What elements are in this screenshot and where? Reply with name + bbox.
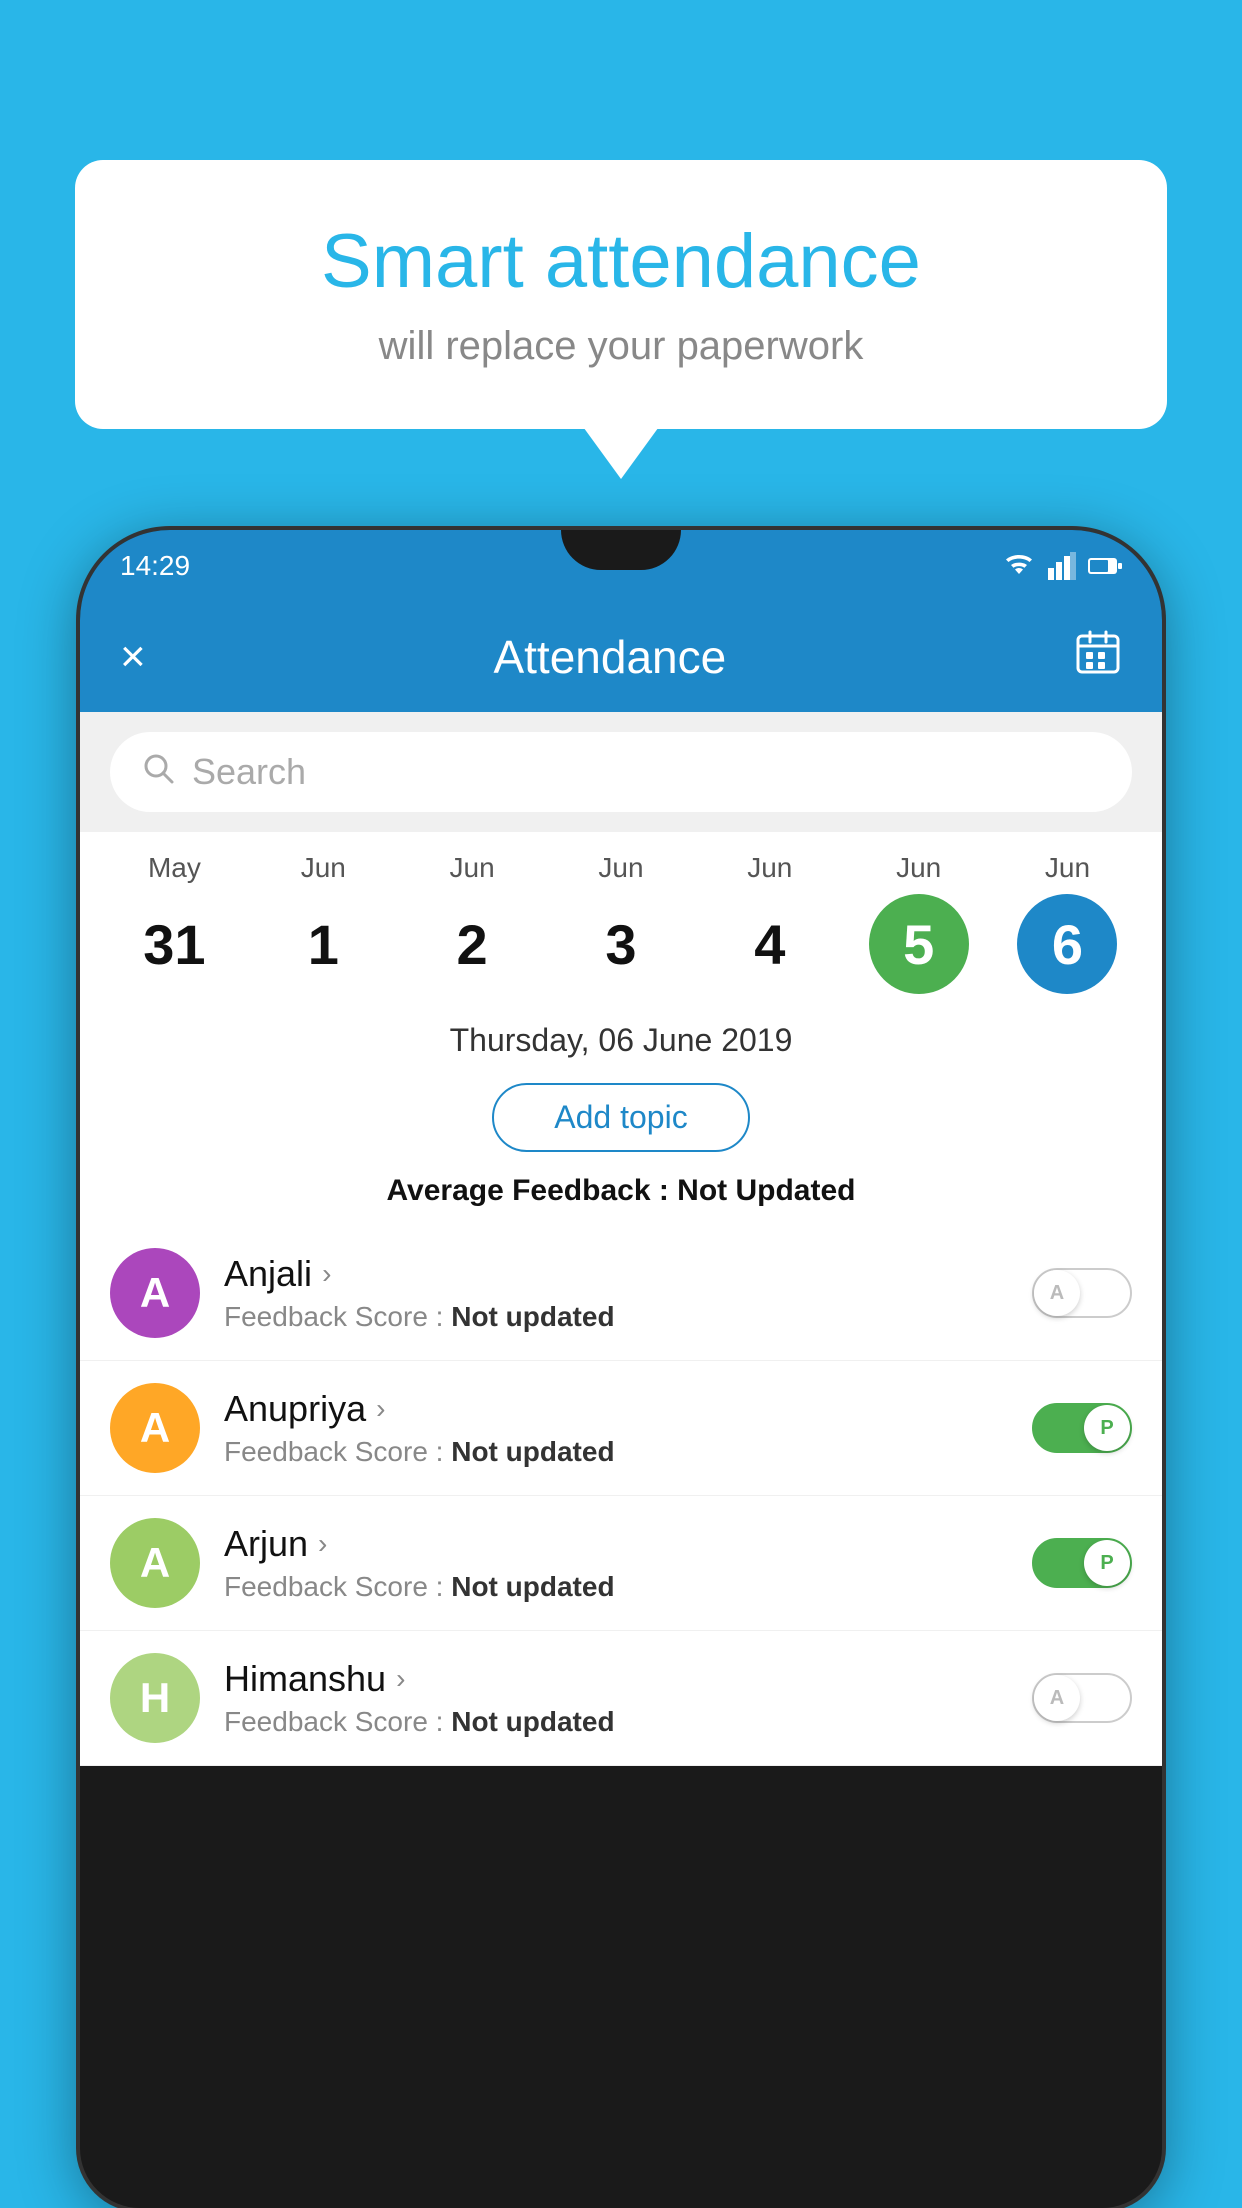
attendance-toggle[interactable]: A xyxy=(1032,1268,1132,1318)
close-button[interactable]: × xyxy=(120,632,146,682)
student-name: Anjali › xyxy=(224,1253,1008,1295)
feedback-score: Feedback Score : Not updated xyxy=(224,1706,1008,1738)
cal-date-number: 2 xyxy=(422,894,522,994)
cal-date-number: 6 xyxy=(1017,894,1117,994)
cal-month-label: Jun xyxy=(1045,852,1090,884)
cal-month-label: Jun xyxy=(301,852,346,884)
feedback-score: Feedback Score : Not updated xyxy=(224,1571,1008,1603)
toggle-knob: A xyxy=(1034,1675,1080,1721)
calendar-day[interactable]: Jun 3 xyxy=(561,852,681,994)
search-bar[interactable]: Search xyxy=(110,732,1132,812)
avatar: A xyxy=(110,1248,200,1338)
cal-date-number: 5 xyxy=(869,894,969,994)
cal-month-label: Jun xyxy=(450,852,495,884)
avatar: A xyxy=(110,1518,200,1608)
hero-subtitle: will replace your paperwork xyxy=(125,324,1117,369)
attendance-toggle[interactable]: A xyxy=(1032,1673,1132,1723)
student-list: AAnjali ›Feedback Score : Not updatedAAA… xyxy=(80,1226,1162,1766)
student-item[interactable]: A Arjun › Feedback Score : Not updated P xyxy=(80,1496,1162,1631)
app-bar: × Attendance xyxy=(80,602,1162,712)
calendar-day[interactable]: Jun 2 xyxy=(412,852,532,994)
app-bar-title: Attendance xyxy=(493,630,726,684)
toggle-knob: P xyxy=(1084,1540,1130,1586)
attendance-toggle[interactable]: P xyxy=(1032,1538,1132,1588)
feedback-score: Feedback Score : Not updated xyxy=(224,1301,1008,1333)
cal-date-number: 31 xyxy=(124,894,224,994)
selected-date-label: Thursday, 06 June 2019 xyxy=(80,1004,1162,1069)
cal-month-label: Jun xyxy=(747,852,792,884)
student-info: Anjali › Feedback Score : Not updated xyxy=(224,1253,1008,1333)
avg-feedback-value: Not Updated xyxy=(677,1174,855,1207)
cal-date-number: 1 xyxy=(273,894,373,994)
toggle-track: P xyxy=(1032,1538,1132,1588)
toggle-track: A xyxy=(1032,1673,1132,1723)
avatar: H xyxy=(110,1653,200,1743)
toggle-knob: P xyxy=(1084,1405,1130,1451)
student-item[interactable]: A Anjali › Feedback Score : Not updated A xyxy=(80,1226,1162,1361)
attendance-toggle[interactable]: P xyxy=(1032,1403,1132,1453)
avatar: A xyxy=(110,1383,200,1473)
cal-date-number: 4 xyxy=(720,894,820,994)
toggle-knob: A xyxy=(1034,1270,1080,1316)
chevron-icon: › xyxy=(376,1393,385,1425)
student-info: Arjun › Feedback Score : Not updated xyxy=(224,1523,1008,1603)
cal-month-label: Jun xyxy=(598,852,643,884)
student-name: Himanshu › xyxy=(224,1658,1008,1700)
calendar-day[interactable]: Jun 6 xyxy=(1007,852,1127,994)
chevron-icon: › xyxy=(318,1528,327,1560)
cal-month-label: May xyxy=(148,852,201,884)
add-topic-container: Add topic xyxy=(80,1069,1162,1166)
cal-date-number: 3 xyxy=(571,894,671,994)
average-feedback: Average Feedback : Not Updated xyxy=(80,1166,1162,1226)
screen-content: Search May 31 Jun 1 Jun 2 Jun 3 Jun 4 Jun 5 Jun 6 Thu… xyxy=(80,712,1162,1766)
phone-frame: 14:29 × Attendance xyxy=(80,530,1162,2208)
avg-feedback-label: Average Feedback : xyxy=(386,1174,677,1207)
battery-icon xyxy=(1088,556,1122,576)
calendar-strip: May 31 Jun 1 Jun 2 Jun 3 Jun 4 Jun 5 Jun 6 xyxy=(80,832,1162,1004)
search-bar-container: Search xyxy=(80,712,1162,832)
status-time: 14:29 xyxy=(120,550,190,582)
student-name: Anupriya › xyxy=(224,1388,1008,1430)
student-info: Himanshu › Feedback Score : Not updated xyxy=(224,1658,1008,1738)
status-icons xyxy=(1002,552,1122,580)
calendar-button[interactable] xyxy=(1074,628,1122,687)
search-placeholder: Search xyxy=(192,751,306,793)
cal-month-label: Jun xyxy=(896,852,941,884)
student-item[interactable]: H Himanshu › Feedback Score : Not updated A xyxy=(80,1631,1162,1766)
calendar-day[interactable]: Jun 1 xyxy=(263,852,383,994)
chevron-icon: › xyxy=(322,1258,331,1290)
student-name: Arjun › xyxy=(224,1523,1008,1565)
calendar-day[interactable]: Jun 4 xyxy=(710,852,830,994)
calendar-day[interactable]: May 31 xyxy=(114,852,234,994)
wifi-icon xyxy=(1002,552,1036,580)
feedback-score: Feedback Score : Not updated xyxy=(224,1436,1008,1468)
search-icon xyxy=(140,750,176,795)
speech-bubble: Smart attendance will replace your paper… xyxy=(75,160,1167,429)
chevron-icon: › xyxy=(396,1663,405,1695)
calendar-day[interactable]: Jun 5 xyxy=(859,852,979,994)
toggle-track: P xyxy=(1032,1403,1132,1453)
student-info: Anupriya › Feedback Score : Not updated xyxy=(224,1388,1008,1468)
student-item[interactable]: A Anupriya › Feedback Score : Not updated P xyxy=(80,1361,1162,1496)
signal-icon xyxy=(1048,552,1076,580)
hero-title: Smart attendance xyxy=(125,220,1117,304)
toggle-track: A xyxy=(1032,1268,1132,1318)
add-topic-button[interactable]: Add topic xyxy=(492,1083,749,1152)
